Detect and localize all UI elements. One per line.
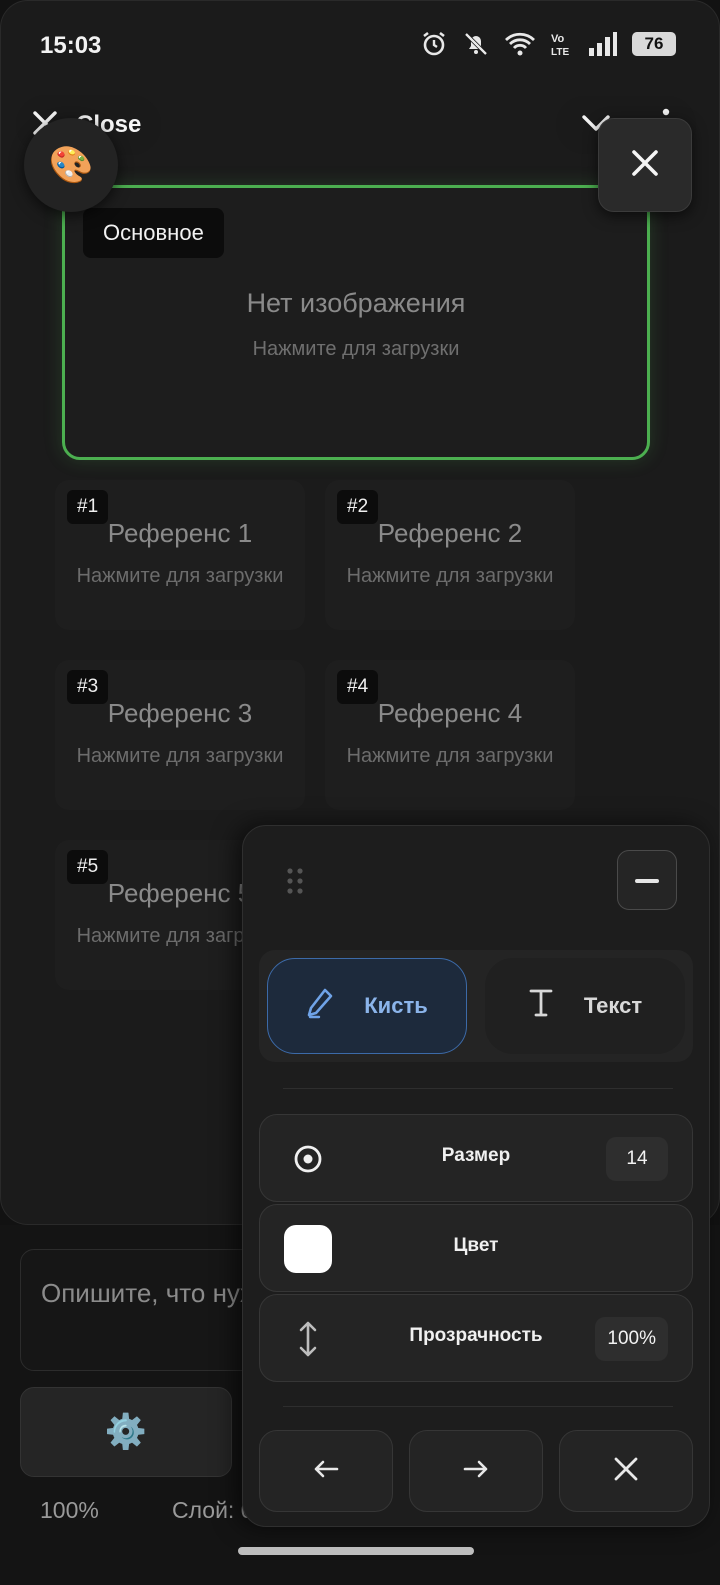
reference-title: Референс 4 [377, 698, 523, 728]
reference-subtitle: Нажмите для загрузки [76, 745, 284, 767]
reference-subtitle: Нажмите для загрузки [346, 565, 554, 587]
close-panel-button[interactable] [598, 118, 692, 212]
tab-brush-label: Кисть [364, 993, 428, 1018]
status-time: 15:03 [40, 32, 102, 59]
battery-icon: 76 [632, 32, 676, 56]
main-subtitle: Нажмите для загрузки [252, 338, 460, 360]
text-icon [528, 988, 554, 1024]
clear-button[interactable] [559, 1430, 693, 1512]
color-label: Цвет [453, 1235, 499, 1256]
brush-icon [306, 987, 334, 1025]
arrow-right-icon [463, 1459, 489, 1484]
divider [283, 1088, 673, 1089]
reference-title: Референс 1 [107, 518, 253, 548]
reference-title: Референс 3 [107, 698, 253, 728]
opacity-control[interactable]: Прозрачность 100% [259, 1294, 693, 1382]
reference-slot[interactable]: #4 Референс 4 Нажмите для загрузки [325, 660, 575, 810]
drawing-tool-panel: Кисть Текст Размер 14 Цвет Прозрачность … [242, 825, 710, 1527]
minimize-button[interactable] [617, 850, 677, 910]
size-value[interactable]: 14 [606, 1137, 668, 1181]
volte-icon: Vo LTE [550, 30, 574, 58]
home-indicator[interactable] [238, 1547, 474, 1555]
palette-button[interactable]: 🎨 [24, 118, 118, 212]
arrow-left-icon [313, 1459, 339, 1484]
undo-button[interactable] [259, 1430, 393, 1512]
minus-icon [634, 871, 660, 889]
reference-title: Референс 2 [377, 518, 523, 548]
svg-text:Vo: Vo [551, 33, 565, 45]
status-icons: Vo LTE 76 [420, 30, 676, 58]
tab-text-label: Текст [583, 993, 643, 1018]
reference-slot[interactable]: #1 Референс 1 Нажмите для загрузки [55, 480, 305, 630]
svg-text:LTE: LTE [551, 47, 569, 58]
tool-tabs: Кисть Текст [259, 950, 693, 1062]
wifi-icon [504, 31, 536, 57]
signal-icon [588, 31, 618, 57]
drag-handle-icon[interactable] [285, 866, 305, 901]
divider [283, 1406, 673, 1407]
tab-brush[interactable]: Кисть [267, 958, 467, 1054]
reference-slot[interactable]: #3 Референс 3 Нажмите для загрузки [55, 660, 305, 810]
palette-icon: 🎨 [48, 144, 94, 185]
zoom-level: 100% [40, 1497, 99, 1523]
reference-slot[interactable]: #2 Референс 2 Нажмите для загрузки [325, 480, 575, 630]
redo-button[interactable] [409, 1430, 543, 1512]
layer-indicator: Слой: 0 [172, 1497, 252, 1523]
size-control[interactable]: Размер 14 [259, 1114, 693, 1202]
reference-subtitle: Нажмите для загрузки [76, 565, 284, 587]
status-bar: 15:03 Vo LTE 76 [0, 0, 720, 90]
settings-button[interactable]: ⚙️ [20, 1387, 232, 1477]
close-icon [612, 1455, 640, 1488]
color-control[interactable]: Цвет [259, 1204, 693, 1292]
main-tag: Основное [83, 208, 224, 258]
reference-subtitle: Нажмите для загрузки [346, 745, 554, 767]
close-icon [630, 148, 660, 183]
opacity-value[interactable]: 100% [595, 1317, 668, 1361]
alarm-icon [420, 30, 448, 58]
tab-text[interactable]: Текст [485, 958, 685, 1054]
gear-icon: ⚙️ [104, 1413, 148, 1451]
mute-icon [462, 30, 490, 58]
main-title: Нет изображения [246, 288, 466, 318]
main-image-slot[interactable]: Основное Нет изображения Нажмите для заг… [62, 185, 650, 460]
